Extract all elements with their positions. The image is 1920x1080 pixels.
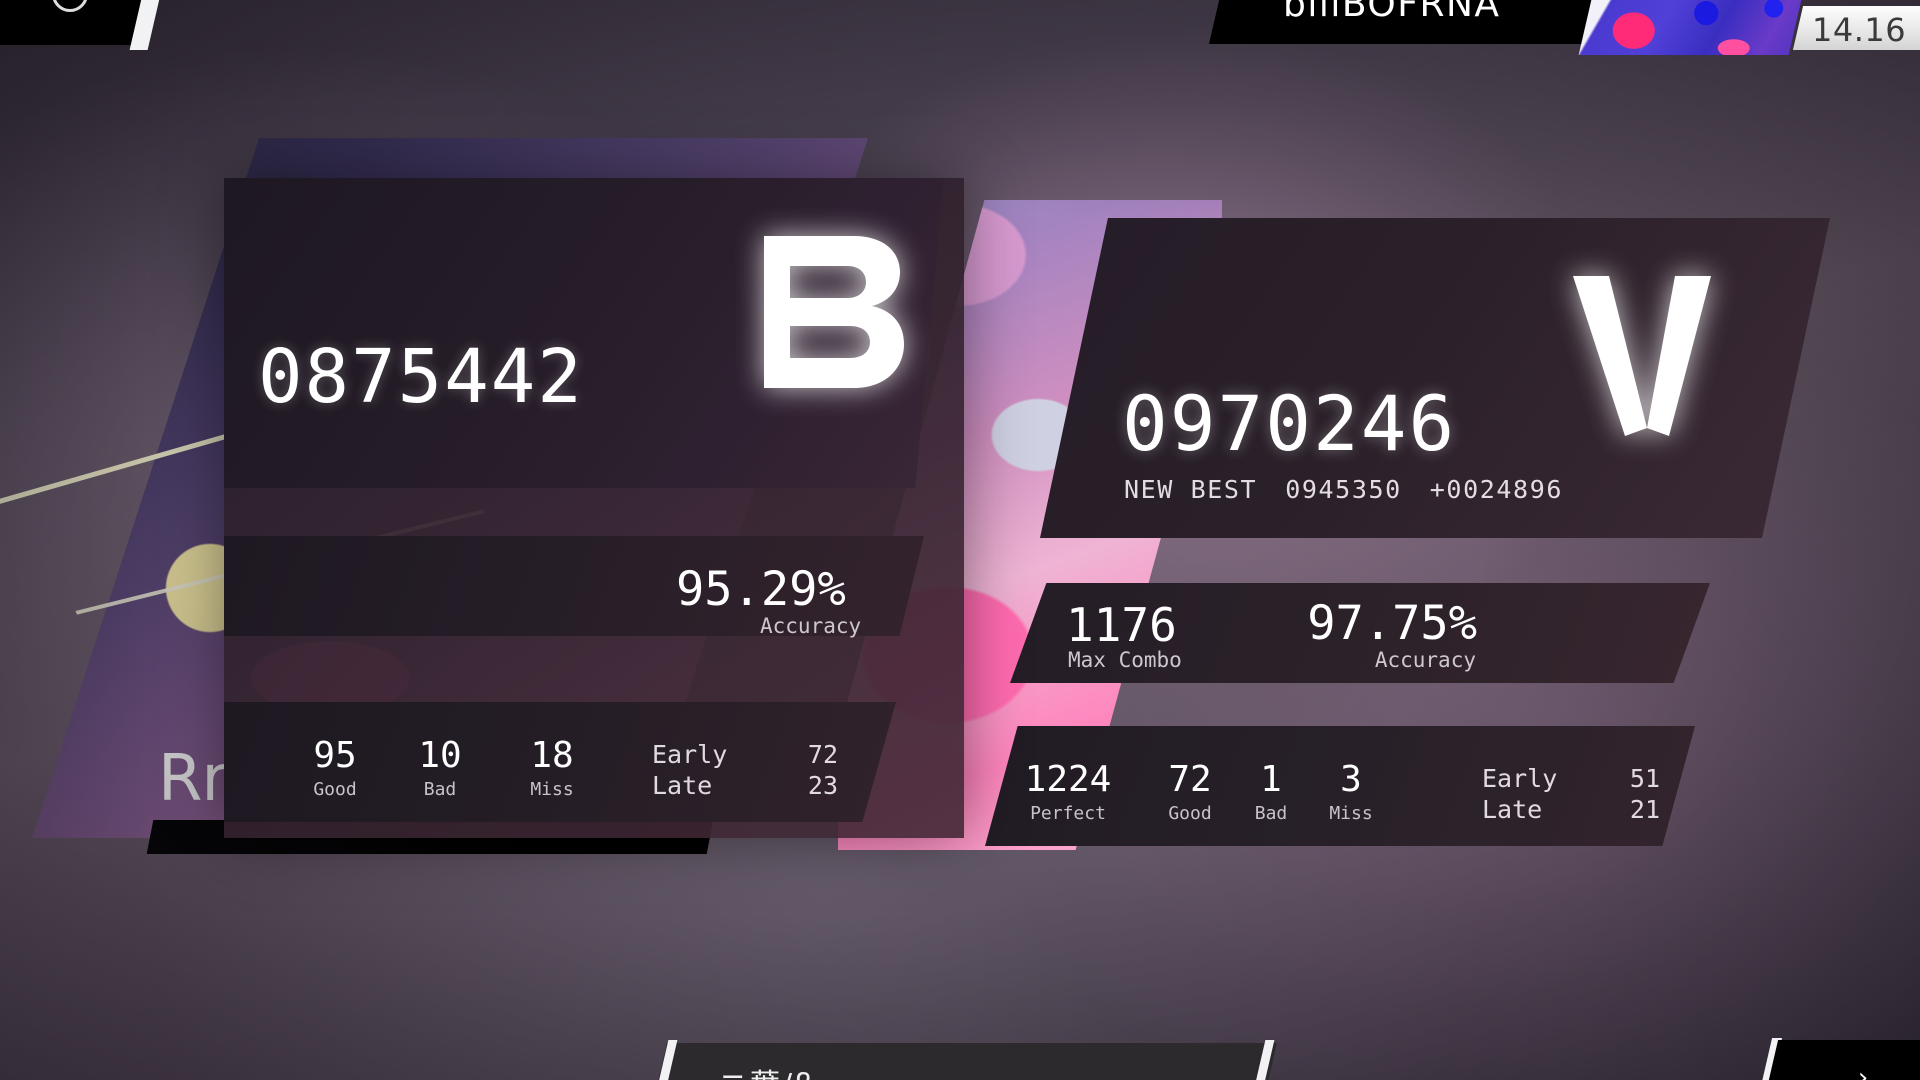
previous-judgement-miss-value: 18 — [530, 735, 574, 776]
previous-early-label: Early — [652, 740, 728, 769]
song-title: blllBOFRNA — [1283, 0, 1501, 25]
previous-early-late-labels: Early Late — [652, 740, 727, 801]
chevron-right-icon[interactable]: › — [1855, 1063, 1871, 1080]
previous-judgement-good-value: 95 — [313, 735, 357, 776]
previous-result-panel: 0875442 232 ax Combo 95.29% Accuracy 95 … — [0, 0, 1920, 1080]
previous-judgement-miss: 18 Miss — [510, 737, 594, 800]
previous-judgement-miss-label: Miss — [530, 778, 574, 800]
previous-judgement-bad: 10 Bad — [400, 737, 480, 800]
previous-judgement-good: 95 Good — [290, 737, 380, 800]
avatar-image — [1578, 0, 1802, 55]
avatar[interactable] — [1578, 0, 1802, 55]
previous-late-label: Late — [652, 770, 713, 800]
previous-judgement-good-label: Good — [313, 778, 357, 800]
bottom-bar-title: ニ葉/β — [718, 1060, 815, 1080]
previous-judgement-bad-label: Bad — [423, 778, 457, 800]
difficulty-value: 14.16 — [1812, 11, 1907, 49]
next-button[interactable] — [1761, 1040, 1920, 1080]
previous-early-late-values: 72 23 — [788, 740, 838, 801]
previous-accuracy-label: Accuracy — [760, 614, 862, 638]
previous-judgement-bad-value: 10 — [418, 735, 462, 776]
previous-accuracy-value: 95.29% — [676, 562, 846, 617]
previous-early-value: 72 — [807, 740, 838, 769]
previous-late-value: 23 — [807, 770, 838, 800]
